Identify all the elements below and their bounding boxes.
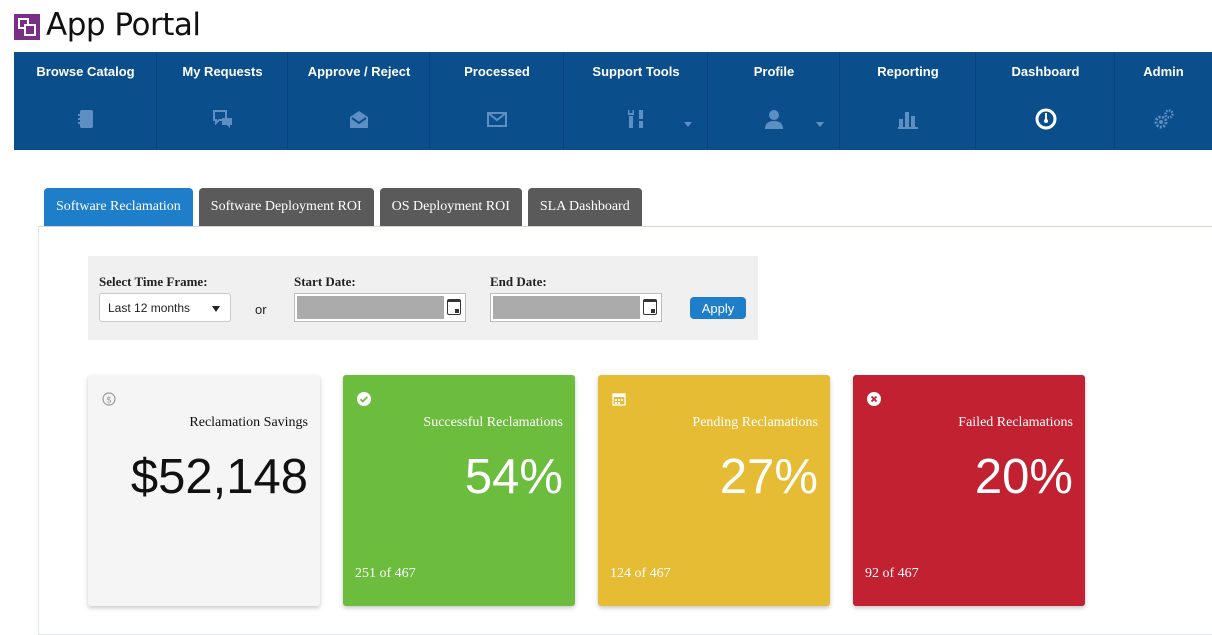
book-icon (77, 110, 93, 128)
gears-icon (1154, 109, 1174, 129)
end-date-label: End Date: (490, 274, 547, 289)
card-count: 251 of 467 (355, 566, 416, 581)
nav-label: Reporting (877, 64, 939, 79)
card-count: 92 of 467 (865, 566, 919, 581)
nav-label: Profile (753, 64, 795, 79)
nav-item-browse-catalog[interactable]: Browse Catalog (14, 52, 157, 150)
card-title: Pending Reclamations (692, 415, 818, 430)
card-title: Successful Reclamations (423, 415, 563, 430)
failed-reclamations-card[interactable]: Failed Reclamations 20% 92 of 467 (853, 375, 1085, 606)
timeframe-label: Select Time Frame: (99, 274, 208, 289)
app-logo-icon (14, 14, 40, 40)
chevron-down-icon (816, 122, 824, 127)
tools-icon (628, 110, 643, 128)
calendar-icon (612, 393, 626, 406)
card-value: $52,148 (130, 450, 308, 504)
start-date-field[interactable] (294, 293, 466, 322)
nav-label: Approve / Reject (307, 64, 411, 79)
chevron-down-icon (212, 306, 220, 312)
envelope-icon (487, 112, 507, 127)
report-tabs: Software Reclamation Software Deployment… (44, 188, 642, 226)
successful-reclamations-card[interactable]: Successful Reclamations 54% 251 of 467 (343, 375, 575, 606)
pending-reclamations-card[interactable]: Pending Reclamations 27% 124 of 467 (598, 375, 830, 606)
card-value: 20% (974, 450, 1073, 504)
dollar-icon: $ (102, 392, 116, 406)
nav-label: Admin (1143, 64, 1184, 79)
nav-item-admin[interactable]: Admin (1115, 52, 1212, 150)
timeframe-select[interactable]: Last 12 months (99, 293, 231, 322)
check-circle-icon (357, 392, 371, 406)
tab-sla-dashboard[interactable]: SLA Dashboard (527, 188, 642, 226)
card-count: 124 of 467 (610, 566, 671, 581)
or-label: or (255, 302, 267, 317)
end-date-field[interactable] (490, 293, 662, 322)
app-header: App Portal (14, 2, 201, 48)
card-title: Failed Reclamations (958, 415, 1073, 430)
nav-label: Support Tools (592, 64, 680, 79)
gauge-icon (1035, 108, 1056, 130)
nav-item-support-tools[interactable]: Support Tools (564, 52, 708, 150)
timeframe-value: Last 12 months (108, 300, 191, 315)
close-circle-icon (867, 392, 881, 406)
time-filter: Select Time Frame: Last 12 months or Sta… (88, 256, 758, 340)
apply-button[interactable]: Apply (690, 297, 746, 319)
card-title: Reclamation Savings (189, 415, 308, 430)
nav-item-approve-reject[interactable]: Approve / Reject (288, 52, 430, 150)
nav-label: Processed (464, 64, 530, 79)
nav-label: Browse Catalog (36, 64, 135, 79)
calendar-icon[interactable] (447, 299, 461, 315)
tab-software-deployment-roi[interactable]: Software Deployment ROI (198, 188, 374, 226)
bar-chart-icon (898, 112, 918, 129)
card-value: 54% (464, 450, 563, 504)
tab-software-reclamation[interactable]: Software Reclamation (44, 188, 193, 226)
nav-item-processed[interactable]: Processed (430, 52, 564, 150)
svg-text:$: $ (106, 396, 112, 406)
start-date-label: Start Date: (294, 274, 356, 289)
tab-os-deployment-roi[interactable]: OS Deployment ROI (379, 188, 522, 226)
card-value: 27% (719, 450, 818, 504)
nav-item-dashboard[interactable]: Dashboard (976, 52, 1115, 150)
calendar-icon[interactable] (643, 299, 657, 315)
nav-label: Dashboard (1011, 64, 1080, 79)
open-envelope-icon (350, 111, 368, 128)
nav-item-my-requests[interactable]: My Requests (157, 52, 288, 150)
nav-item-profile[interactable]: Profile (708, 52, 840, 150)
app-title: App Portal (46, 7, 201, 43)
nav-item-reporting[interactable]: Reporting (840, 52, 976, 150)
reclamation-savings-card[interactable]: $ Reclamation Savings $52,148 (88, 375, 320, 606)
user-icon (765, 110, 783, 129)
chevron-down-icon (684, 122, 692, 127)
nav-label: My Requests (182, 64, 263, 79)
main-nav: Browse Catalog My Requests Approve / Rej… (14, 52, 1212, 150)
chat-icon (212, 110, 232, 128)
